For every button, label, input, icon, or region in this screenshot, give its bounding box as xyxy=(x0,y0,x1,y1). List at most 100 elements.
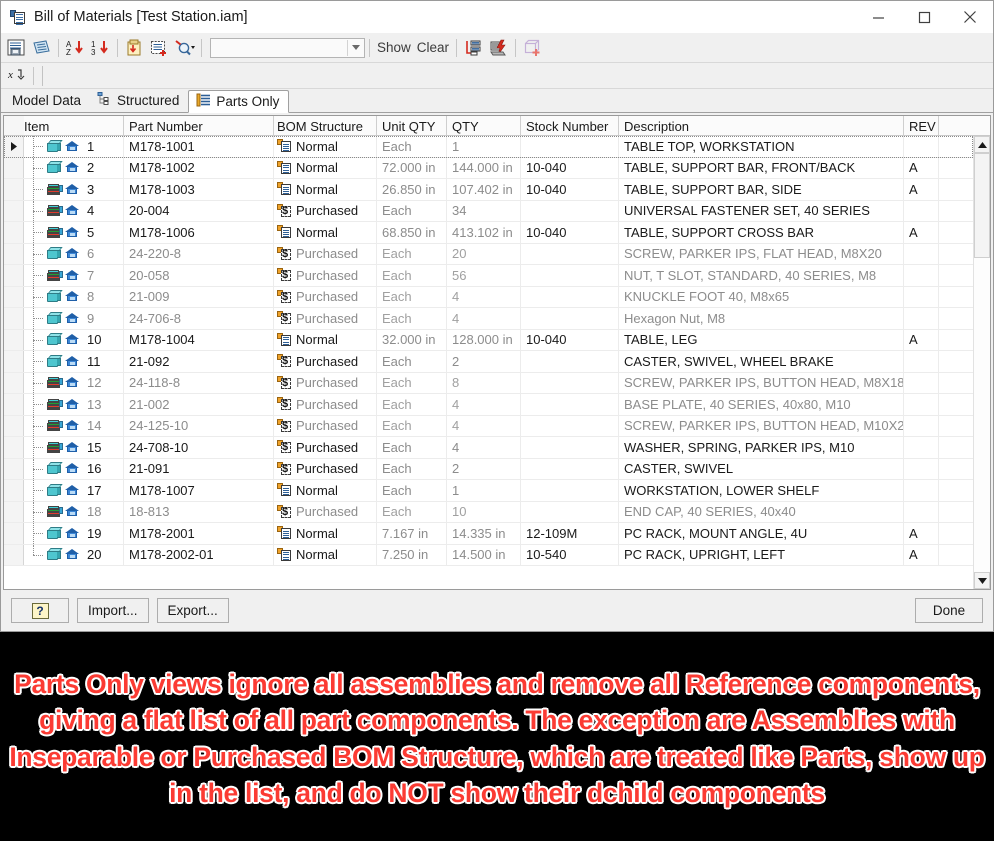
column-header-part-number[interactable]: Part Number xyxy=(124,116,274,135)
cell-stock-number[interactable] xyxy=(521,287,619,308)
table-row[interactable]: 1M178-1001NormalEach1TABLE TOP, WORKSTAT… xyxy=(4,136,973,158)
cell-unit-qty[interactable]: Each xyxy=(377,480,447,501)
cell-description[interactable]: NUT, T SLOT, STANDARD, 40 SERIES, M8 xyxy=(619,265,904,286)
table-row[interactable]: 1121-092$PurchasedEach2CASTER, SWIVEL, W… xyxy=(4,351,973,373)
cell-part-number[interactable]: 20-058 xyxy=(124,265,274,286)
row-selector[interactable] xyxy=(4,158,24,179)
cell-unit-qty[interactable]: 7.250 in xyxy=(377,545,447,566)
cell-qty[interactable]: 1 xyxy=(447,480,521,501)
cell-part-number[interactable]: 24-706-8 xyxy=(124,308,274,329)
cell-item[interactable]: 11 xyxy=(24,351,124,372)
cell-qty[interactable]: 413.102 in xyxy=(447,222,521,243)
column-header-qty[interactable]: QTY xyxy=(447,116,521,135)
cell-qty[interactable]: 10 xyxy=(447,502,521,523)
table-row[interactable]: 624-220-8$PurchasedEach20SCREW, PARKER I… xyxy=(4,244,973,266)
cell-description[interactable]: SCREW, PARKER IPS, BUTTON HEAD, M8X18 xyxy=(619,373,904,394)
cell-description[interactable]: BASE PLATE, 40 SERIES, 40x80, M10 xyxy=(619,394,904,415)
cell-item[interactable]: 7 xyxy=(24,265,124,286)
scroll-up-icon[interactable] xyxy=(974,136,990,153)
cell-item[interactable]: 1 xyxy=(24,136,124,157)
column-header-item[interactable]: Item xyxy=(24,116,124,135)
cell-unit-qty[interactable]: Each xyxy=(377,437,447,458)
cell-description[interactable]: PC RACK, UPRIGHT, LEFT xyxy=(619,545,904,566)
cell-part-number[interactable]: 24-220-8 xyxy=(124,244,274,265)
cell-bom-structure[interactable]: Normal xyxy=(274,222,377,243)
renumber-items-icon[interactable] xyxy=(122,36,147,60)
filter-combo[interactable] xyxy=(210,38,365,58)
cell-rev[interactable]: A xyxy=(904,523,939,544)
cell-part-number[interactable]: 21-002 xyxy=(124,394,274,415)
table-row[interactable]: 1524-708-10$PurchasedEach4WASHER, SPRING… xyxy=(4,437,973,459)
cell-item[interactable]: 13 xyxy=(24,394,124,415)
cell-qty[interactable]: 14.335 in xyxy=(447,523,521,544)
cell-part-number[interactable]: 24-708-10 xyxy=(124,437,274,458)
cell-bom-structure[interactable]: $Purchased xyxy=(274,416,377,437)
row-selector[interactable] xyxy=(4,459,24,480)
table-row[interactable]: 10M178-1004Normal32.000 in128.000 in10-0… xyxy=(4,330,973,352)
table-row[interactable]: 5M178-1006Normal68.850 in413.102 in10-04… xyxy=(4,222,973,244)
scroll-down-icon[interactable] xyxy=(974,572,990,589)
cell-unit-qty[interactable]: 26.850 in xyxy=(377,179,447,200)
row-selector[interactable] xyxy=(4,287,24,308)
table-row[interactable]: 821-009$PurchasedEach4KNUCKLE FOOT 40, M… xyxy=(4,287,973,309)
help-button[interactable]: ? xyxy=(11,598,69,623)
cell-part-number[interactable]: 21-009 xyxy=(124,287,274,308)
cell-qty[interactable]: 4 xyxy=(447,394,521,415)
filter-icon[interactable] xyxy=(172,36,197,60)
cell-item[interactable]: 6 xyxy=(24,244,124,265)
cell-description[interactable]: TABLE TOP, WORKSTATION xyxy=(619,136,904,157)
table-row[interactable]: 20M178-2002-01Normal7.250 in14.500 in10-… xyxy=(4,545,973,567)
cell-part-number[interactable]: 21-091 xyxy=(124,459,274,480)
cell-bom-structure[interactable]: Normal xyxy=(274,545,377,566)
save-item-overrides-icon[interactable] xyxy=(4,36,29,60)
cell-unit-qty[interactable]: Each xyxy=(377,265,447,286)
cell-item[interactable]: 9 xyxy=(24,308,124,329)
cell-stock-number[interactable]: 10-040 xyxy=(521,158,619,179)
cell-bom-structure[interactable]: $Purchased xyxy=(274,244,377,265)
row-selector[interactable] xyxy=(4,416,24,437)
cell-item[interactable]: 5 xyxy=(24,222,124,243)
column-header-unit-qty[interactable]: Unit QTY xyxy=(377,116,447,135)
cell-part-number[interactable]: 18-813 xyxy=(124,502,274,523)
row-selector[interactable] xyxy=(4,136,24,157)
cell-part-number[interactable]: M178-1001 xyxy=(124,136,274,157)
cell-part-number[interactable]: M178-2002-01 xyxy=(124,545,274,566)
cell-rev[interactable] xyxy=(904,502,939,523)
sort-descending-icon[interactable]: 1 3 xyxy=(88,36,113,60)
cell-item[interactable]: 2 xyxy=(24,158,124,179)
cell-unit-qty[interactable]: Each xyxy=(377,394,447,415)
cell-rev[interactable] xyxy=(904,373,939,394)
cell-unit-qty[interactable]: 72.000 in xyxy=(377,158,447,179)
cell-rev[interactable]: A xyxy=(904,330,939,351)
row-selector[interactable] xyxy=(4,265,24,286)
bom-structure-icon[interactable] xyxy=(461,36,486,60)
cell-bom-structure[interactable]: Normal xyxy=(274,330,377,351)
cell-stock-number[interactable] xyxy=(521,437,619,458)
cell-description[interactable]: Hexagon Nut, M8 xyxy=(619,308,904,329)
cell-stock-number[interactable]: 10-040 xyxy=(521,330,619,351)
table-row[interactable]: 1224-118-8$PurchasedEach8SCREW, PARKER I… xyxy=(4,373,973,395)
cell-qty[interactable]: 144.000 in xyxy=(447,158,521,179)
table-row[interactable]: 720-058$PurchasedEach56NUT, T SLOT, STAN… xyxy=(4,265,973,287)
cell-stock-number[interactable] xyxy=(521,201,619,222)
cell-unit-qty[interactable]: Each xyxy=(377,502,447,523)
cell-rev[interactable] xyxy=(904,437,939,458)
cell-unit-qty[interactable]: Each xyxy=(377,373,447,394)
cell-unit-qty[interactable]: Each xyxy=(377,308,447,329)
cell-qty[interactable]: 107.402 in xyxy=(447,179,521,200)
cell-stock-number[interactable] xyxy=(521,244,619,265)
show-button[interactable]: Show xyxy=(374,40,414,55)
cell-stock-number[interactable]: 10-040 xyxy=(521,179,619,200)
cell-description[interactable]: SCREW, PARKER IPS, FLAT HEAD, M8X20 xyxy=(619,244,904,265)
row-selector[interactable] xyxy=(4,351,24,372)
cell-rev[interactable] xyxy=(904,459,939,480)
cell-bom-structure[interactable]: $Purchased xyxy=(274,437,377,458)
cell-bom-structure[interactable]: Normal xyxy=(274,136,377,157)
cell-bom-structure[interactable]: Normal xyxy=(274,480,377,501)
cell-description[interactable]: CASTER, SWIVEL, WHEEL BRAKE xyxy=(619,351,904,372)
cell-stock-number[interactable] xyxy=(521,394,619,415)
table-row[interactable]: 1621-091$PurchasedEach2CASTER, SWIVEL xyxy=(4,459,973,481)
cell-stock-number[interactable] xyxy=(521,459,619,480)
cell-description[interactable]: TABLE, SUPPORT CROSS BAR xyxy=(619,222,904,243)
row-selector[interactable] xyxy=(4,545,24,566)
